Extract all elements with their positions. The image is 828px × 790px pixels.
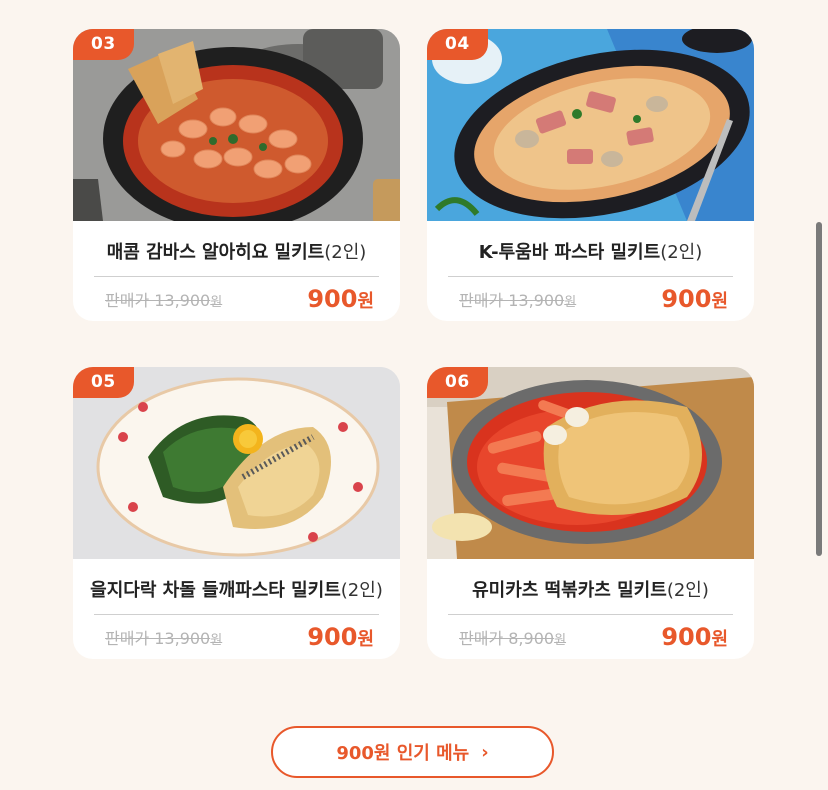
original-price: 판매가 13,900원 bbox=[105, 287, 222, 311]
original-price-unit: 원 bbox=[210, 633, 223, 648]
scrollbar[interactable] bbox=[816, 222, 822, 556]
popular-menu-button[interactable]: 900원 인기 메뉴 › bbox=[271, 726, 554, 778]
sale-price: 900원 bbox=[307, 285, 374, 313]
product-title-text: 매콤 감바스 알아히요 밀키트 bbox=[106, 242, 325, 263]
product-title-text: 을지다락 차돌 들깨파스타 밀키트 bbox=[90, 580, 341, 601]
original-price-amount: 판매가 13,900 bbox=[105, 629, 211, 648]
popular-menu-button-label: 900원 인기 메뉴 bbox=[336, 743, 470, 764]
product-serving: (2인) bbox=[324, 242, 367, 263]
chevron-right-icon: › bbox=[481, 741, 489, 763]
product-card[interactable]: 04 K-투움바 파스타 밀키트(2인) 판매가 13,900원 900원 bbox=[427, 29, 754, 321]
product-title: K-투움바 파스타 밀키트(2인) bbox=[427, 240, 754, 266]
product-serving: (2인) bbox=[666, 580, 709, 601]
original-price-amount: 판매가 13,900 bbox=[459, 291, 565, 310]
product-title-text: 유미카츠 떡볶카츠 밀키트 bbox=[472, 580, 667, 601]
sale-price-amount: 900 bbox=[661, 285, 712, 313]
sale-price: 900원 bbox=[661, 623, 728, 651]
original-price-unit: 원 bbox=[554, 633, 567, 648]
product-title: 유미카츠 떡볶카츠 밀키트(2인) bbox=[427, 578, 754, 604]
sale-price: 900원 bbox=[661, 285, 728, 313]
original-price-unit: 원 bbox=[564, 295, 577, 310]
product-number-badge: 05 bbox=[73, 367, 134, 398]
original-price-unit: 원 bbox=[210, 295, 223, 310]
product-number-badge: 03 bbox=[73, 29, 134, 60]
sale-price-unit: 원 bbox=[357, 291, 374, 312]
product-title: 매콤 감바스 알아히요 밀키트(2인) bbox=[73, 240, 400, 266]
product-card[interactable]: 03 매콤 감바스 알아히요 밀키트(2인) 판매가 13,900원 900원 bbox=[73, 29, 400, 321]
original-price: 판매가 13,900원 bbox=[105, 625, 222, 649]
sale-price-amount: 900 bbox=[661, 623, 712, 651]
original-price: 판매가 13,900원 bbox=[459, 287, 576, 311]
product-number-badge: 04 bbox=[427, 29, 488, 60]
product-image[interactable]: 04 bbox=[427, 29, 754, 221]
original-price-amount: 판매가 8,900 bbox=[459, 629, 555, 648]
product-image[interactable]: 05 bbox=[73, 367, 400, 559]
product-title: 을지다락 차돌 들깨파스타 밀키트(2인) bbox=[73, 578, 400, 604]
original-price: 판매가 8,900원 bbox=[459, 625, 566, 649]
product-serving: (2인) bbox=[340, 580, 383, 601]
product-image[interactable]: 06 bbox=[427, 367, 754, 559]
product-title-text: K-투움바 파스타 밀키트 bbox=[478, 242, 661, 263]
price-row: 판매가 13,900원 900원 bbox=[427, 277, 754, 321]
product-grid: 03 매콤 감바스 알아히요 밀키트(2인) 판매가 13,900원 900원 bbox=[0, 0, 828, 790]
product-serving: (2인) bbox=[660, 242, 703, 263]
sale-price-unit: 원 bbox=[357, 629, 374, 650]
product-card[interactable]: 05 을지다락 차돌 들깨파스타 밀키트(2인) 판매가 13,900원 900… bbox=[73, 367, 400, 659]
original-price-amount: 판매가 13,900 bbox=[105, 291, 211, 310]
price-row: 판매가 8,900원 900원 bbox=[427, 615, 754, 659]
sale-price: 900원 bbox=[307, 623, 374, 651]
sale-price-amount: 900 bbox=[307, 285, 358, 313]
product-card[interactable]: 06 유미카츠 떡볶카츠 밀키트(2인) 판매가 8,900원 900원 bbox=[427, 367, 754, 659]
sale-price-amount: 900 bbox=[307, 623, 358, 651]
product-image[interactable]: 03 bbox=[73, 29, 400, 221]
sale-price-unit: 원 bbox=[711, 291, 728, 312]
sale-price-unit: 원 bbox=[711, 629, 728, 650]
price-row: 판매가 13,900원 900원 bbox=[73, 277, 400, 321]
price-row: 판매가 13,900원 900원 bbox=[73, 615, 400, 659]
product-number-badge: 06 bbox=[427, 367, 488, 398]
